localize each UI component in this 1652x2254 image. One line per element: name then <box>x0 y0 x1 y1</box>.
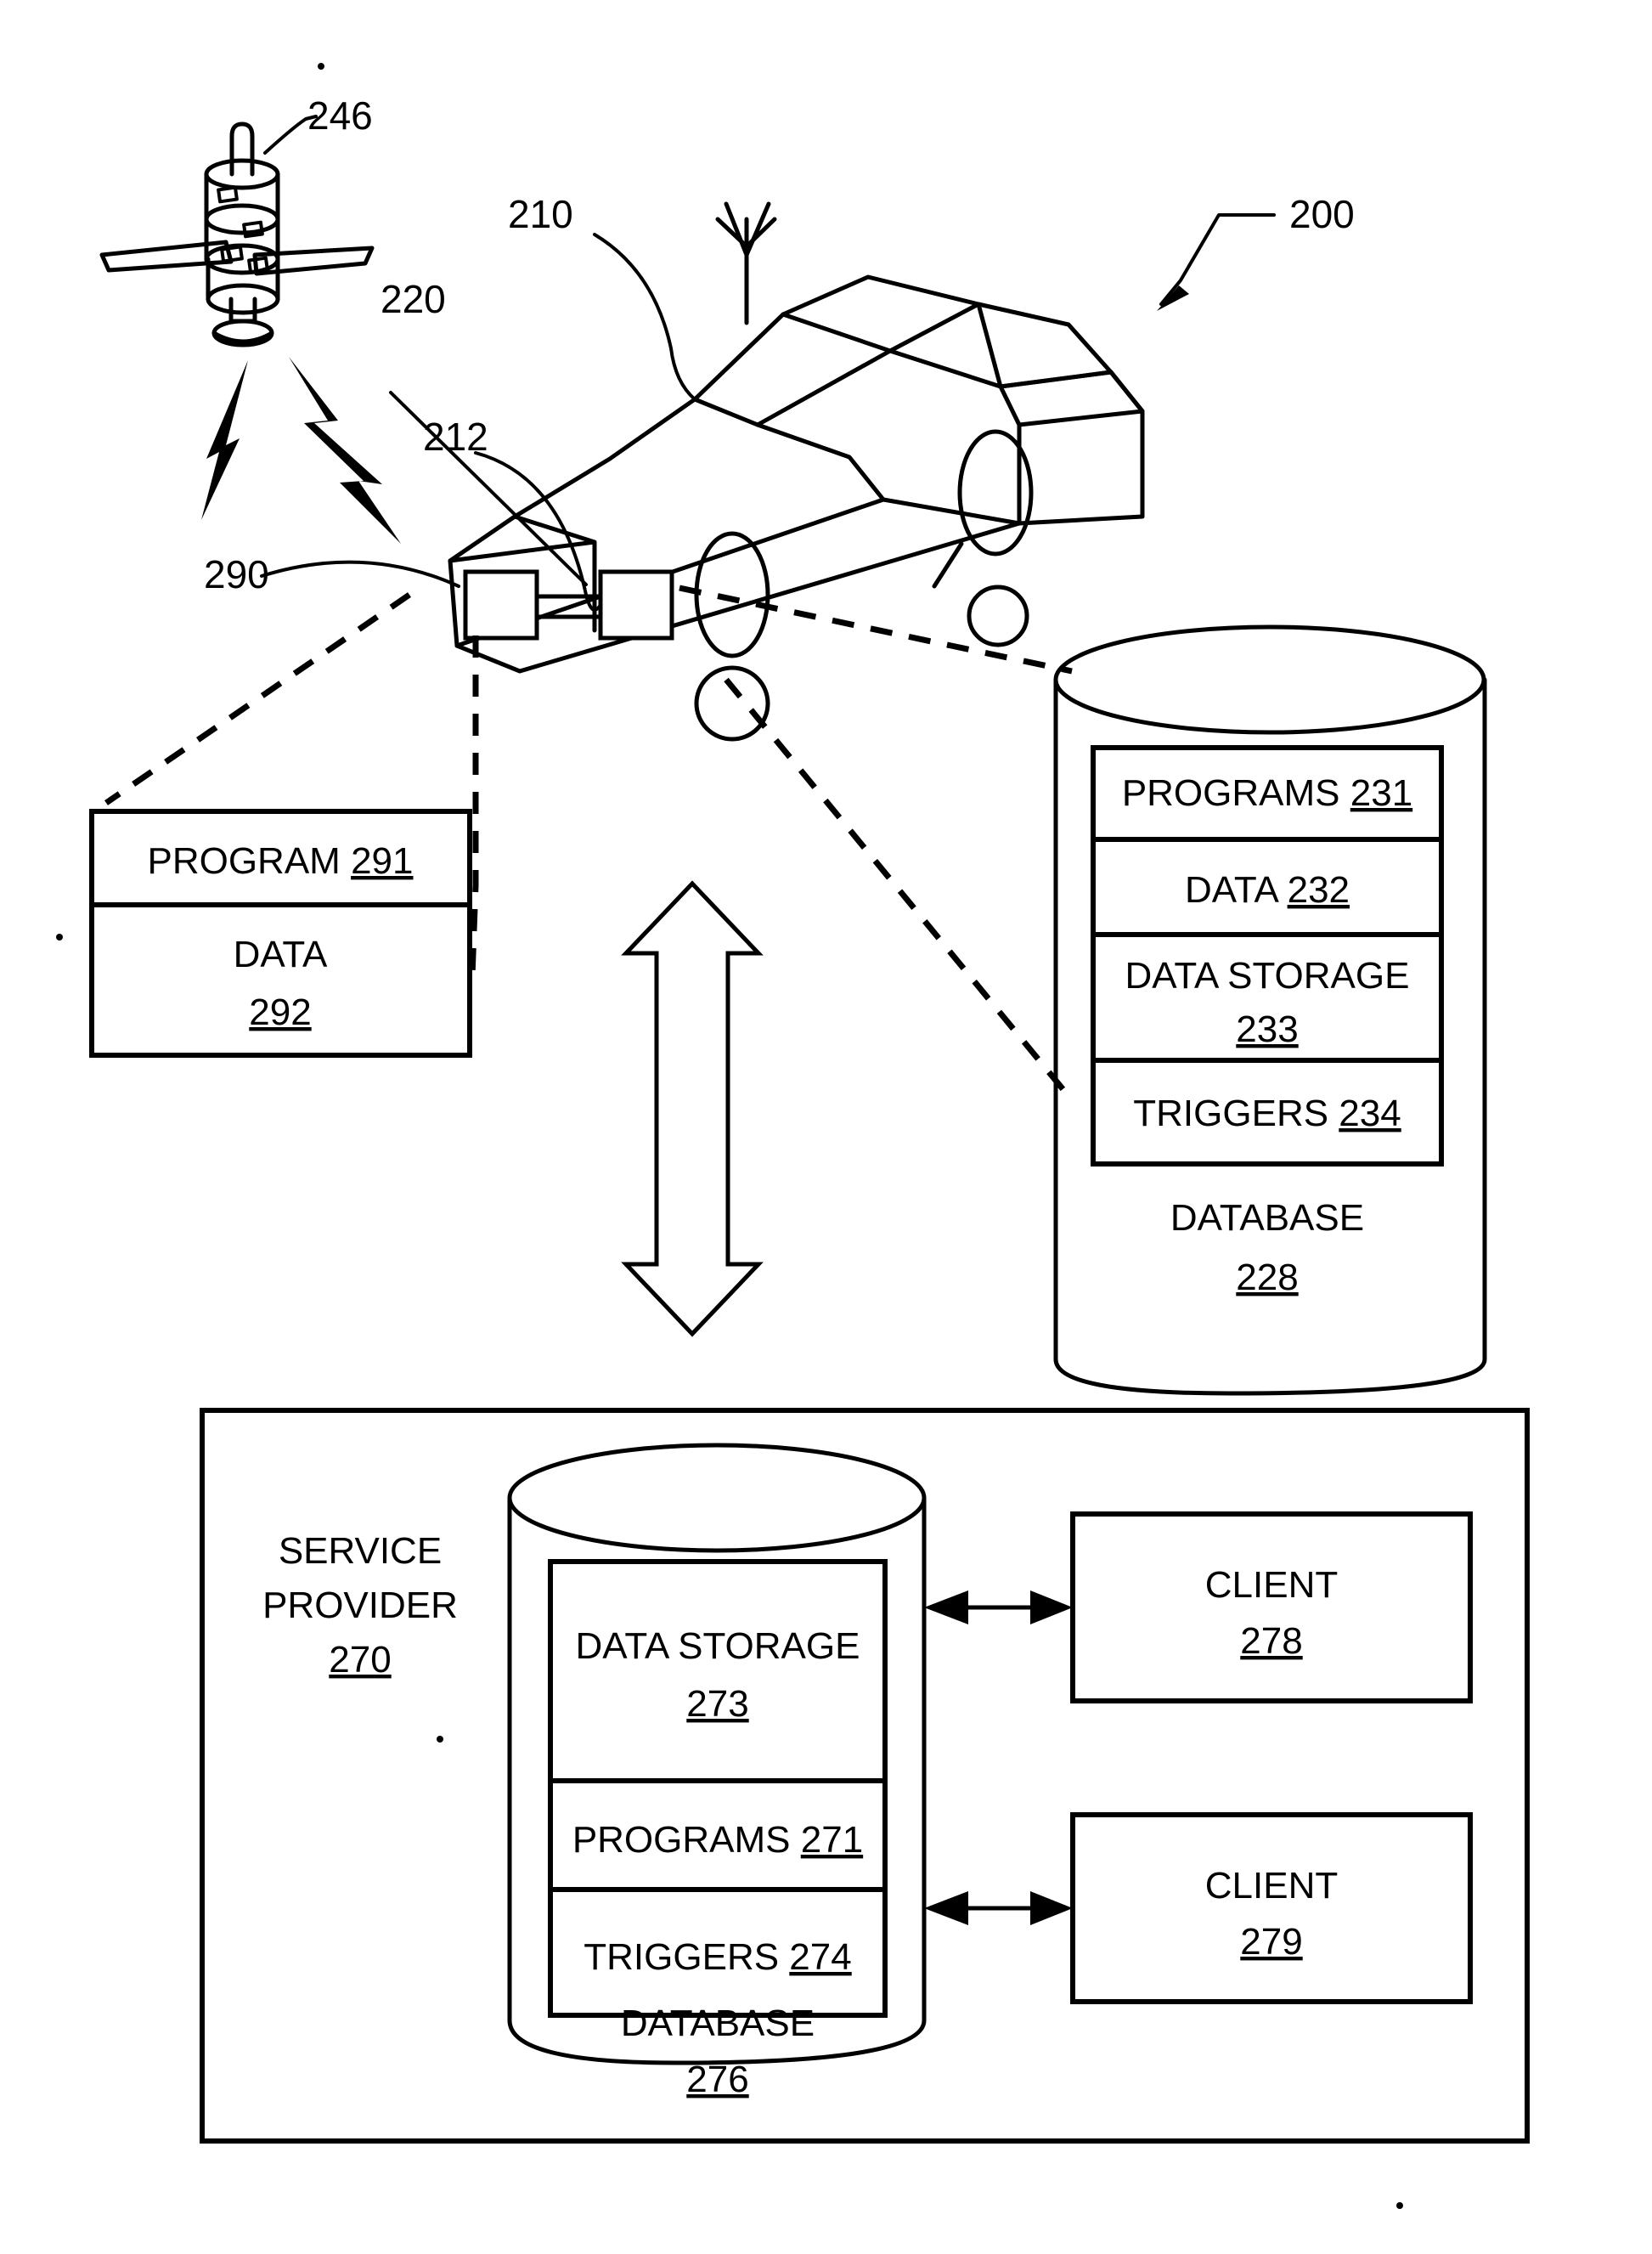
lightning-bolt-icon <box>289 357 401 544</box>
dashed-leader-right-top <box>679 585 1073 675</box>
vehicle-memory-row-1-label: DATA <box>234 934 328 975</box>
vehicle-memory-row-0: PROGRAM 291 <box>147 840 413 882</box>
client-279-label: CLIENT <box>1205 1865 1338 1907</box>
leader-290 <box>260 560 460 588</box>
patent-figure-canvas: 246 210 220 212 290 200 PROGRAM 291 DATA… <box>56 63 1530 2209</box>
vehicle-module-blocks <box>463 569 674 641</box>
scan-artifact-dot-top <box>318 63 324 70</box>
database-276-caption-ref: 276 <box>686 2059 748 2100</box>
database-228-row-1: DATA 232 <box>1185 869 1350 911</box>
service-provider-ref: 270 <box>329 1639 391 1681</box>
database-228-caption-ref: 228 <box>1236 1257 1298 1298</box>
client-279-ref: 279 <box>1240 1921 1302 1963</box>
callout-220: 220 <box>381 277 446 321</box>
horizontal-double-arrow-icon-279 <box>924 1891 1073 1925</box>
service-provider-label-line2: PROVIDER <box>262 1585 458 1626</box>
database-276-row-0-label: DATA STORAGE <box>576 1625 860 1667</box>
dashed-leader-left-bottom <box>469 636 479 978</box>
satellite-icon <box>99 115 375 347</box>
scan-artifact-dot-mid <box>437 1736 443 1743</box>
client-278-box[interactable] <box>1070 1511 1473 1703</box>
lightning-bolt-small-icon <box>201 360 248 520</box>
callout-200: 200 <box>1289 192 1355 236</box>
leader-210 <box>593 233 696 401</box>
car-icon <box>448 201 1145 674</box>
database-228-caption: DATABASE <box>1170 1197 1364 1239</box>
database-228-row-2-ref: 233 <box>1236 1008 1298 1050</box>
database-276-caption: DATABASE <box>621 2003 815 2044</box>
anchor-circle-right <box>967 585 1029 647</box>
dashed-leader-left-top <box>104 592 411 805</box>
database-276-row-1: PROGRAMS 271 <box>572 1819 863 1861</box>
horizontal-double-arrow-icon-278 <box>924 1590 1073 1624</box>
database-228-row-2-label: DATA STORAGE <box>1125 955 1410 997</box>
callout-290: 290 <box>204 552 269 596</box>
service-provider-box <box>200 1408 1530 2144</box>
callout-246: 246 <box>307 93 373 138</box>
patent-figure-root: 246 210 220 212 290 200 PROGRAM 291 DATA… <box>0 0 1652 2254</box>
leader-200-arrow <box>1157 213 1276 311</box>
dashed-leader-right-bottom <box>724 677 1071 1099</box>
database-228-row-0: PROGRAMS 231 <box>1122 772 1412 814</box>
vertical-double-arrow-icon <box>621 880 764 1337</box>
database-276-row-2: TRIGGERS 274 <box>584 1936 851 1978</box>
client-279-box[interactable] <box>1070 1812 1473 2004</box>
scan-artifact-dot-left <box>56 934 63 941</box>
callout-210: 210 <box>508 192 573 236</box>
database-276-row-0-ref: 273 <box>686 1683 748 1725</box>
scan-artifact-dot-bottom <box>1396 2202 1403 2209</box>
callout-212: 212 <box>423 415 488 459</box>
client-278-label: CLIENT <box>1205 1564 1338 1606</box>
anchor-circle-left <box>694 665 770 742</box>
client-278-ref: 278 <box>1240 1620 1302 1662</box>
vehicle-memory-row-1-ref: 292 <box>249 991 311 1033</box>
database-228-row-3: TRIGGERS 234 <box>1133 1093 1401 1134</box>
service-provider-label-line1: SERVICE <box>279 1530 442 1572</box>
